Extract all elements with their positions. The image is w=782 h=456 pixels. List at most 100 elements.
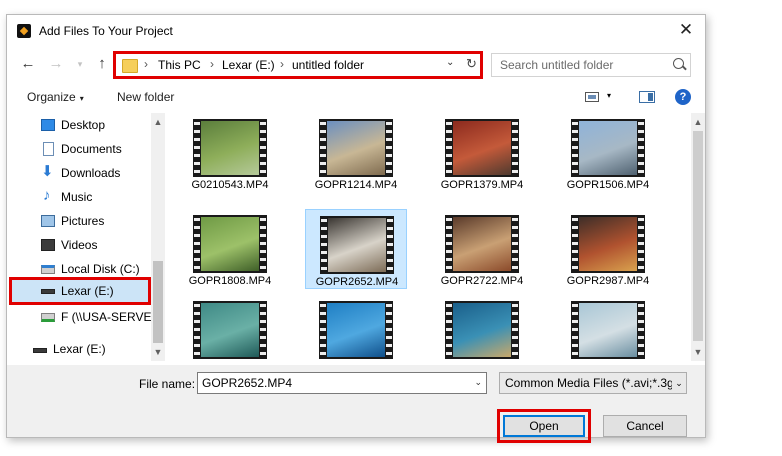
file-name: GOPR1808.MP4 [188,275,272,287]
view-options-caret-icon[interactable]: ▾ [607,91,611,100]
file-scroll-thumb[interactable] [693,131,703,341]
film-strip-edge [194,119,200,177]
thumbnail-image [201,121,259,175]
film-strip-edge [194,301,200,359]
add-files-dialog: Add Files To Your Project ✕ ← → ▾ ↑ › Th… [6,14,706,443]
video-thumbnail [571,301,645,359]
file-name-input[interactable]: GOPR2652.MP4 ⌄ [197,372,487,394]
sidebar-item-documents[interactable]: Documents [7,139,153,161]
thumbnail-image [579,217,637,271]
file-tile[interactable]: Parrotfish.MP4 [179,295,281,361]
file-tile[interactable]: G0210543.MP4 [179,113,281,193]
sidebar-item-downloads[interactable]: ⬇ Downloads [7,163,153,185]
sidebar-item-lexar-selected[interactable]: Lexar (E:) [7,280,153,302]
scroll-up-icon[interactable]: ▲ [691,115,705,129]
thumbnail-image [579,303,637,357]
file-tile[interactable]: GOPR2987.MP4 [557,209,659,289]
video-thumbnail [445,301,519,359]
file-tile[interactable]: GOPR2722.MP4 [431,209,533,289]
file-tile[interactable]: Philippines Cebu [305,295,407,361]
sidebar-scroll-thumb[interactable] [153,261,163,343]
address-dropdown-icon[interactable]: ⌄ [446,57,454,68]
film-strip-edge [260,215,266,273]
help-icon[interactable]: ? [675,89,691,105]
drive-icon [33,348,47,353]
thumbnail-image [327,303,385,357]
command-toolbar: Organize ▾ New folder ▾ ? [7,85,705,111]
film-strip-edge [446,301,452,359]
close-icon[interactable]: ✕ [675,19,697,41]
file-tile[interactable]: GOPR1506.MP4 [557,113,659,193]
forward-arrow-icon[interactable]: → [47,55,65,73]
breadcrumb-untitled-folder[interactable]: untitled folder [292,58,364,72]
film-strip-edge [320,119,326,177]
refresh-icon[interactable]: ↻ [466,56,477,72]
file-tile[interactable]: GOPR1379.MP4 [431,113,533,193]
sidebar-scrollbar[interactable]: ▲ ▼ [151,113,165,361]
scroll-down-icon[interactable]: ▼ [151,345,165,359]
preview-pane-icon[interactable] [639,91,655,103]
up-arrow-icon[interactable]: ↑ [93,55,111,73]
file-tile[interactable]: Philippines El [431,295,533,361]
film-strip-edge [638,119,644,177]
film-strip-edge [446,119,452,177]
file-tile[interactable]: GOPR1214.MP4 [305,113,407,193]
sidebar-item-desktop[interactable]: Desktop [7,115,153,137]
breadcrumb-this-pc[interactable]: This PC [158,58,201,72]
video-thumbnail [445,215,519,273]
search-icon [673,58,684,69]
open-button[interactable]: Open [503,415,585,437]
sidebar-item-lexar[interactable]: Lexar (E:) [7,339,153,361]
sidebar-item-videos[interactable]: Videos [7,235,153,257]
film-strip-edge [446,215,452,273]
address-bar[interactable]: › This PC › Lexar (E:) › untitled folder… [113,51,483,79]
file-tile[interactable]: GOPR2652.MP4 [305,209,407,289]
sidebar-item-network-drive[interactable]: F (\\USA-SERVER [7,307,160,329]
file-name: GOPR2722.MP4 [440,275,524,287]
film-strip-edge [572,215,578,273]
file-list-scrollbar[interactable]: ▲ ▼ [691,113,705,361]
thumbnail-image [201,217,259,271]
desktop-icon [41,119,55,131]
sidebar-item-pictures[interactable]: Pictures [7,211,153,233]
file-tile[interactable]: GOPR1808.MP4 [179,209,281,289]
organize-button[interactable]: Organize ▾ [27,90,84,104]
breadcrumb-separator: › [280,57,284,71]
search-input[interactable]: Search untitled folder [491,53,691,77]
breadcrumb-separator: › [210,57,214,71]
film-strip-edge [638,301,644,359]
scroll-up-icon[interactable]: ▲ [151,115,165,129]
sidebar-item-local-disk[interactable]: Local Disk (C:) [7,259,153,281]
file-type-filter-label: Common Media Files (*.avi;*.3g [505,376,674,390]
file-type-dropdown-icon[interactable]: ⌄ [672,373,686,393]
file-name: GOPR1506.MP4 [566,179,650,191]
file-list: G0210543.MP4 GOPR1214.MP4 GOPR1379.MP4 GOPR… [169,113,705,361]
back-arrow-icon[interactable]: ← [19,55,37,73]
change-view-icon[interactable] [585,92,599,102]
sidebar-item-label: Local Disk (C:) [61,262,140,276]
film-strip-edge [321,216,327,274]
sidebar-item-label: Downloads [61,166,121,180]
cancel-button[interactable]: Cancel [603,415,687,437]
film-strip-edge [512,119,518,177]
new-folder-button[interactable]: New folder [117,90,174,104]
scroll-down-icon[interactable]: ▼ [691,345,705,359]
file-tile[interactable]: PhiPhiMonkeyBe [557,295,659,361]
recent-locations-icon[interactable]: ▾ [71,55,89,73]
thumbnail-image [327,121,385,175]
thumbnail-image [453,121,511,175]
video-thumbnail [571,215,645,273]
sidebar-item-label: Lexar (E:) [61,284,114,298]
sidebar-item-label: Documents [61,142,122,156]
file-name-label: File name: [139,377,196,391]
drive-icon [41,289,55,294]
breadcrumb-lexar[interactable]: Lexar (E:) [222,58,275,72]
navigation-pane: Desktop Documents ⬇ Downloads ♪ Music Pi… [7,113,167,361]
file-name: G0210543.MP4 [191,179,269,191]
file-name-value: GOPR2652.MP4 [202,376,293,390]
file-type-filter[interactable]: Common Media Files (*.avi;*.3g ⌄ [499,372,687,394]
sidebar-item-label: F (\\USA-SERVER [61,310,161,324]
sidebar-item-music[interactable]: ♪ Music [7,187,153,209]
sidebar-item-label: Pictures [61,214,105,228]
file-name-dropdown-icon[interactable]: ⌄ [474,377,482,388]
